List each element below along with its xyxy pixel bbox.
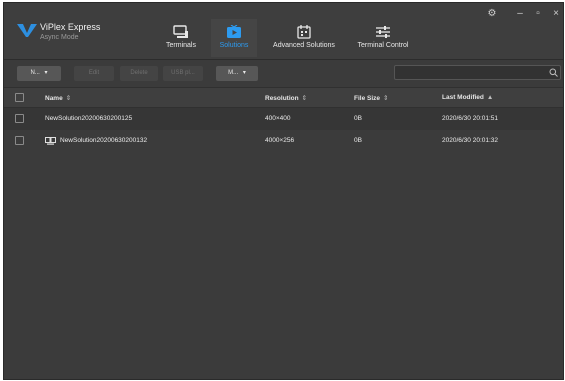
solution-name: NewSolution20200630200132	[60, 137, 148, 144]
column-file-size-label: File Size	[354, 95, 381, 102]
nav-solutions-label: Solutions	[219, 42, 249, 49]
sliders-icon	[376, 26, 390, 38]
new-dropdown-arrow-icon: ▾	[44, 70, 48, 76]
solution-last-modified: 2020/6/30 20:01:51	[442, 115, 499, 122]
sort-icon: ⇕	[301, 95, 308, 102]
search-icon[interactable]	[549, 68, 558, 77]
solution-last-modified: 2020/6/30 20:01:32	[442, 137, 499, 144]
toolbar: N... ▾ Edit Delete USB pl... M... ▾	[4, 60, 563, 87]
solution-resolution: 4000×256	[265, 137, 295, 144]
nav-terminal-control[interactable]: Terminal Control	[350, 19, 416, 57]
nav-advanced-solutions[interactable]: Advanced Solutions	[266, 19, 342, 57]
table-header: Name ⇕ Resolution ⇕ File Size ⇕ Last Modifi…	[4, 87, 563, 108]
edit-button[interactable]: Edit	[74, 66, 114, 81]
nav-solutions[interactable]: Solutions	[211, 19, 257, 57]
solution-resolution: 400×400	[265, 115, 291, 122]
maximize-button[interactable]: ▫	[532, 8, 544, 20]
app-name: ViPlex Express	[40, 22, 101, 32]
column-name-label: Name	[45, 95, 63, 102]
minimize-button[interactable]: –	[514, 8, 526, 20]
row-checkbox[interactable]	[15, 136, 24, 145]
column-resolution-header[interactable]: Resolution ⇕	[265, 94, 307, 102]
delete-button[interactable]: Delete	[120, 66, 158, 81]
settings-gear-icon[interactable]: ⚙	[486, 8, 498, 20]
title-bar: ViPlex Express Async Mode Terminals Solu…	[4, 3, 563, 59]
sort-icon: ⇕	[383, 95, 389, 102]
more-button-label: M...	[228, 70, 239, 76]
more-dropdown-arrow-icon: ▾	[242, 70, 246, 76]
column-file-size-header[interactable]: File Size ⇕	[354, 94, 388, 102]
search-input[interactable]	[394, 65, 561, 80]
calendar-icon	[297, 25, 311, 39]
solution-file-size: 0B	[354, 137, 362, 144]
solution-play-icon	[227, 25, 241, 38]
column-last-modified-header[interactable]: Last Modified ▲	[442, 94, 493, 101]
app-window: ViPlex Express Async Mode Terminals Solu…	[3, 2, 564, 380]
nav-terminals[interactable]: Terminals	[159, 19, 203, 57]
nav-advanced-solutions-label: Advanced Solutions	[273, 42, 335, 49]
close-button[interactable]: ×	[550, 8, 562, 20]
nav-terminal-control-label: Terminal Control	[357, 42, 409, 49]
select-all-checkbox[interactable]	[15, 93, 24, 102]
new-button[interactable]: N... ▾	[17, 66, 61, 81]
app-mode: Async Mode	[40, 34, 79, 41]
viplex-logo-icon	[17, 24, 37, 37]
usb-playback-button[interactable]: USB pl...	[163, 66, 203, 81]
table-row[interactable]: NewSolution20200630200125 400×400 0B 202…	[4, 108, 563, 130]
column-name-header[interactable]: Name ⇕	[45, 94, 71, 102]
column-resolution-label: Resolution	[265, 95, 299, 102]
row-checkbox[interactable]	[15, 114, 24, 123]
solution-file-size: 0B	[354, 115, 362, 122]
sort-ascending-icon: ▲	[486, 94, 494, 101]
solution-name: NewSolution20200630200125	[45, 115, 133, 122]
more-button[interactable]: M... ▾	[216, 66, 258, 81]
nav-terminals-label: Terminals	[166, 42, 196, 49]
sort-icon: ⇕	[65, 95, 72, 102]
multi-screen-icon	[45, 137, 56, 145]
monitor-icon	[173, 25, 188, 38]
column-last-modified-label: Last Modified	[442, 94, 484, 101]
table-row[interactable]: NewSolution20200630200132 4000×256 0B 20…	[4, 130, 563, 152]
new-button-label: N...	[30, 70, 40, 76]
